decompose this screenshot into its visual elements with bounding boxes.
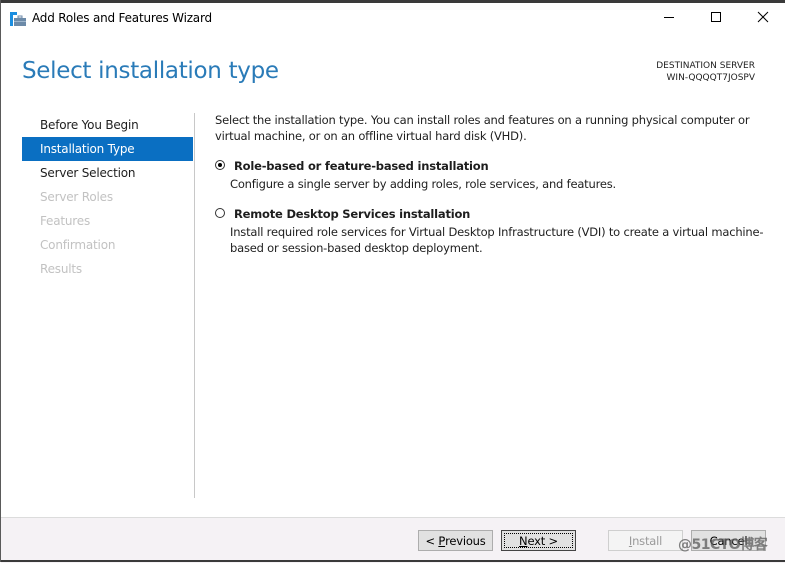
nav-item-server-selection[interactable]: Server Selection	[22, 161, 193, 185]
nav-item-features: Features	[40, 214, 90, 228]
option-description: Configure a single server by adding role…	[230, 177, 616, 191]
previous-button[interactable]: < Previous	[418, 530, 493, 551]
next-rest: ext >	[527, 533, 558, 548]
nav-item-results: Results	[40, 262, 82, 276]
nav-item-installation-type[interactable]: Installation Type	[22, 137, 193, 161]
install-rest: nstall	[632, 533, 663, 548]
nav-item-before-you-begin[interactable]: Before You Begin	[22, 113, 193, 137]
option-description: Install required role services for Virtu…	[230, 225, 764, 255]
nav-divider	[194, 113, 195, 498]
server-manager-icon	[10, 11, 26, 26]
maximize-icon	[711, 12, 721, 22]
option-remote-desktop[interactable]: Remote Desktop Services installation Ins…	[215, 206, 775, 256]
nav-item-server-roles: Server Roles	[40, 190, 113, 204]
destination-server-label: DESTINATION SERVER	[656, 61, 755, 71]
close-icon	[757, 11, 769, 23]
destination-server-info: DESTINATION SERVER WIN-QQQQT7JOSPV	[656, 60, 755, 84]
radio-role-based[interactable]	[215, 160, 225, 170]
install-button[interactable]: Install	[608, 530, 683, 551]
wizard-nav: Before You Begin Installation Type Serve…	[22, 113, 193, 281]
minimize-icon	[664, 17, 674, 18]
page-title: Select installation type	[22, 58, 279, 84]
window-title: Add Roles and Features Wizard	[32, 11, 212, 25]
nav-item-confirmation: Confirmation	[40, 238, 116, 252]
wizard-window: Add Roles and Features Wizard Select ins…	[0, 0, 785, 563]
next-button[interactable]: Next >	[501, 530, 576, 551]
intro-text: Select the installation type. You can in…	[215, 113, 750, 143]
option-label[interactable]: Remote Desktop Services installation	[234, 206, 775, 222]
minimize-button[interactable]	[647, 3, 691, 31]
close-button[interactable]	[741, 3, 785, 31]
option-label[interactable]: Role-based or feature-based installation	[234, 158, 775, 174]
wizard-footer: < Previous Next > Install Cancel	[1, 517, 785, 563]
previous-prefix: <	[425, 533, 439, 548]
next-accel: N	[519, 533, 528, 548]
destination-server-name: WIN-QQQQT7JOSPV	[666, 73, 755, 83]
maximize-button[interactable]	[694, 3, 738, 31]
previous-accel: P	[438, 533, 446, 548]
previous-rest: revious	[445, 533, 486, 548]
content-pane: Select the installation type. You can in…	[215, 112, 775, 256]
option-role-based[interactable]: Role-based or feature-based installation…	[215, 158, 775, 192]
radio-remote-desktop[interactable]	[215, 208, 225, 218]
watermark: @51CTO博客	[678, 537, 768, 553]
